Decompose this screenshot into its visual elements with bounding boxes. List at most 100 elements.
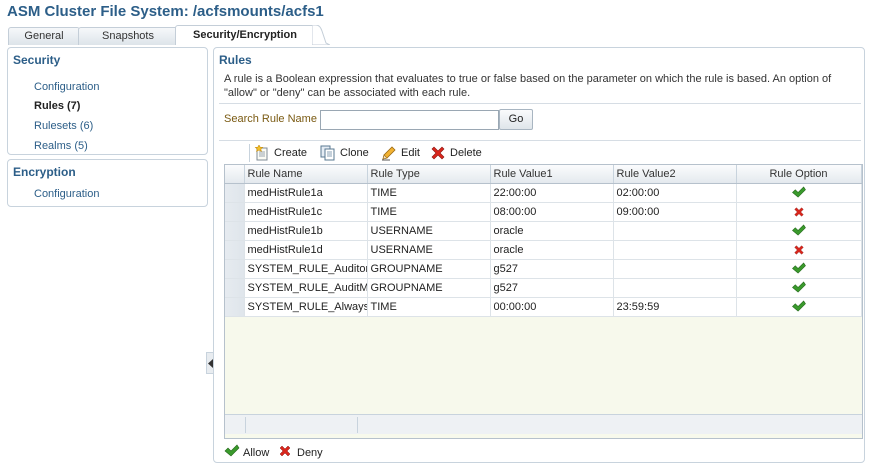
- tab-edge-decoration: [312, 25, 330, 45]
- check-icon: [791, 224, 806, 236]
- tab-snapshots[interactable]: Snapshots: [78, 27, 178, 45]
- sidebar-item-realms[interactable]: Realms (5): [34, 140, 88, 152]
- table-row[interactable]: medHistRule1a TIME 22:00:00 02:00:00: [225, 183, 862, 203]
- sidebar-security-section: Security Configuration Rules (7) Ruleset…: [7, 47, 208, 155]
- sidebar-item-security-configuration[interactable]: Configuration: [34, 81, 99, 93]
- table-row[interactable]: medHistRule1b USERNAME oracle: [225, 221, 862, 241]
- row-selector[interactable]: [225, 202, 245, 222]
- legend-deny: Deny: [278, 444, 328, 460]
- cell-rule-value2: [613, 221, 737, 241]
- check-icon: [791, 281, 806, 293]
- column-header-rule-value2[interactable]: Rule Value2: [613, 165, 737, 184]
- create-button[interactable]: Create: [254, 144, 316, 162]
- check-icon: [791, 300, 806, 312]
- rules-table-body: medHistRule1a TIME 22:00:00 02:00:00 medHist…: [225, 183, 862, 317]
- column-header-rule-name[interactable]: Rule Name: [244, 165, 368, 184]
- cell-rule-type: USERNAME: [367, 240, 491, 260]
- search-label: Search Rule Name: [224, 113, 317, 125]
- cell-rule-value2: 09:00:00: [613, 202, 737, 222]
- edit-pencil-icon: [382, 146, 396, 161]
- cross-icon: [793, 206, 804, 217]
- cell-rule-value2: 23:59:59: [613, 297, 737, 317]
- cell-rule-name: medHistRule1d: [244, 240, 368, 260]
- cell-rule-value1: g527: [490, 278, 614, 298]
- page-title: ASM Cluster File System: /acfsmounts/acf…: [7, 3, 324, 20]
- tab-general[interactable]: General: [8, 27, 80, 45]
- sidebar-header-encryption: Encryption: [13, 165, 76, 179]
- sidebar-encryption-section: Encryption Configuration: [7, 159, 208, 207]
- check-icon: [224, 444, 240, 457]
- clone-icon: [320, 145, 335, 161]
- row-selector[interactable]: [225, 240, 245, 260]
- cell-rule-option: [736, 202, 862, 222]
- check-icon: [791, 186, 806, 198]
- table-toolbar: Create Clone Edit Delete: [224, 144, 862, 164]
- cell-rule-name: medHistRule1a: [244, 183, 368, 203]
- cell-rule-option: [736, 278, 862, 298]
- delete-label: Delete: [450, 147, 482, 159]
- footer-divider: [245, 417, 246, 433]
- section-title: Rules: [219, 53, 252, 67]
- column-header-rule-option[interactable]: Rule Option: [736, 165, 862, 184]
- section-description: A rule is a Boolean expression that eval…: [224, 73, 832, 99]
- delete-button[interactable]: Delete: [430, 144, 490, 162]
- table-row[interactable]: SYSTEM_RULE_AuditMa GROUPNAME g527: [225, 278, 862, 298]
- sidebar-item-encryption-configuration[interactable]: Configuration: [34, 188, 99, 200]
- edit-button[interactable]: Edit: [381, 144, 425, 162]
- go-button[interactable]: Go: [499, 109, 533, 130]
- cell-rule-value1: 00:00:00: [490, 297, 614, 317]
- cell-rule-option: [736, 183, 862, 203]
- tab-bar: General Snapshots Security/Encryption: [0, 25, 872, 45]
- row-selector[interactable]: [225, 297, 245, 317]
- clone-button[interactable]: Clone: [320, 144, 376, 162]
- cell-rule-type: GROUPNAME: [367, 278, 491, 298]
- table-header-row: Rule Name Rule Type Rule Value1 Rule Val…: [225, 165, 862, 184]
- cell-rule-value1: 08:00:00: [490, 202, 614, 222]
- table-row[interactable]: SYSTEM_RULE_Always TIME 00:00:00 23:59:59: [225, 297, 862, 317]
- clone-label: Clone: [340, 147, 369, 159]
- cell-rule-name: SYSTEM_RULE_Always: [244, 297, 368, 317]
- cell-rule-value1: oracle: [490, 240, 614, 260]
- search-rule-name-input[interactable]: [320, 110, 499, 130]
- cell-rule-type: TIME: [367, 183, 491, 203]
- rules-panel: Rules A rule is a Boolean expression tha…: [213, 47, 865, 463]
- cross-icon: [279, 445, 291, 457]
- cell-rule-option: [736, 297, 862, 317]
- edit-label: Edit: [401, 147, 420, 159]
- table-row[interactable]: medHistRule1d USERNAME oracle: [225, 240, 862, 260]
- legend-deny-label: Deny: [297, 447, 323, 459]
- sidebar-item-rules[interactable]: Rules (7): [34, 100, 80, 112]
- divider: [219, 140, 861, 141]
- rules-table-container: Rule Name Rule Type Rule Value1 Rule Val…: [224, 164, 863, 439]
- cell-rule-type: TIME: [367, 297, 491, 317]
- sidebar-item-rulesets[interactable]: Rulesets (6): [34, 120, 93, 132]
- row-selector[interactable]: [225, 278, 245, 298]
- row-selector-header: [225, 165, 245, 184]
- column-header-rule-type[interactable]: Rule Type: [367, 165, 491, 184]
- legend-allow: Allow: [224, 444, 274, 460]
- create-icon: [254, 145, 268, 161]
- cell-rule-value1: g527: [490, 259, 614, 279]
- cell-rule-value2: [613, 278, 737, 298]
- row-selector[interactable]: [225, 221, 245, 241]
- cell-rule-name: SYSTEM_RULE_AuditMa: [244, 278, 368, 298]
- divider: [219, 103, 861, 104]
- cell-rule-name: medHistRule1b: [244, 221, 368, 241]
- cell-rule-value1: oracle: [490, 221, 614, 241]
- column-header-rule-value1[interactable]: Rule Value1: [490, 165, 614, 184]
- toolbar-divider: [249, 144, 250, 162]
- cell-rule-option: [736, 221, 862, 241]
- cell-rule-value2: [613, 259, 737, 279]
- table-row[interactable]: medHistRule1c TIME 08:00:00 09:00:00: [225, 202, 862, 222]
- tab-security-encryption[interactable]: Security/Encryption: [175, 25, 315, 45]
- row-selector[interactable]: [225, 259, 245, 279]
- cell-rule-type: GROUPNAME: [367, 259, 491, 279]
- row-selector[interactable]: [225, 183, 245, 203]
- cross-icon: [793, 244, 804, 255]
- cell-rule-name: SYSTEM_RULE_Auditor: [244, 259, 368, 279]
- cell-rule-type: USERNAME: [367, 221, 491, 241]
- rules-table: Rule Name Rule Type Rule Value1 Rule Val…: [225, 165, 862, 317]
- cell-rule-option: [736, 240, 862, 260]
- table-row[interactable]: SYSTEM_RULE_Auditor GROUPNAME g527: [225, 259, 862, 279]
- cell-rule-value2: [613, 240, 737, 260]
